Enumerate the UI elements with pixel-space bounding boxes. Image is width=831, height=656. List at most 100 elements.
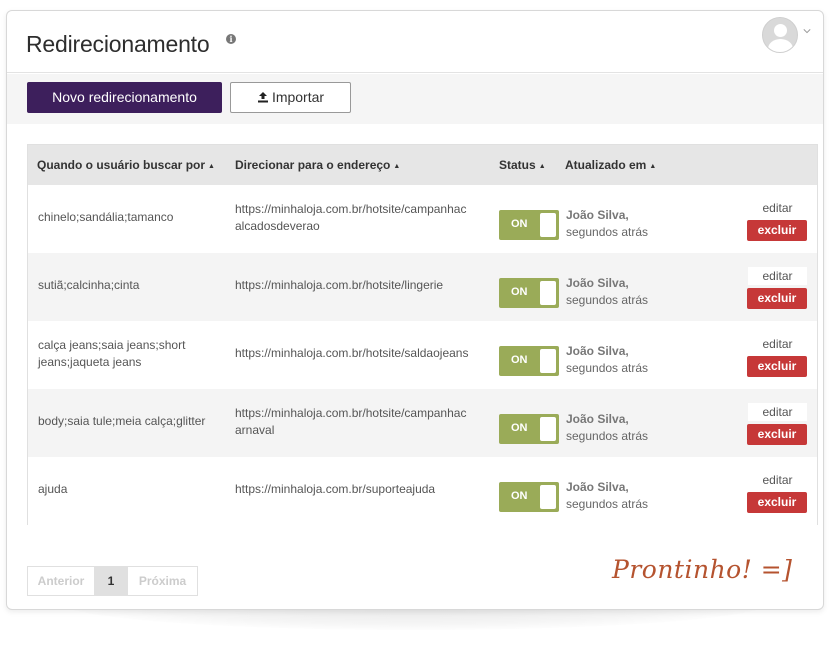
updated-cell: João Silva, segundos atrás xyxy=(566,411,648,445)
avatar-body-shape xyxy=(768,39,793,52)
toolbar: Novo redirecionamento Importar xyxy=(7,74,823,124)
edit-link[interactable]: editar xyxy=(748,471,807,489)
table-row: ajuda https://minhaloja.com.br/suporteaj… xyxy=(28,457,817,525)
query-cell: body;saia tule;meia calça;glitter xyxy=(38,413,228,430)
column-header-url-label: Direcionar para o endereço xyxy=(235,158,391,172)
new-redirect-button[interactable]: Novo redirecionamento xyxy=(27,82,222,113)
column-header-status-label: Status xyxy=(499,158,536,172)
url-text: https://minhaloja.com.br/hotsite/campanh… xyxy=(235,406,467,420)
updated-by: João Silva, xyxy=(566,276,629,290)
updated-cell: João Silva, segundos atrás xyxy=(566,275,648,309)
url-text: https://minhaloja.com.br/hotsite/saldaoj… xyxy=(235,346,469,360)
sort-up-icon: ▲ xyxy=(208,163,215,170)
user-avatar-icon[interactable] xyxy=(762,17,798,53)
query-text: ajuda xyxy=(38,482,68,496)
toggle-knob xyxy=(540,485,556,509)
toggle-knob xyxy=(540,213,556,237)
query-text: chinelo;sandália;tamanco xyxy=(38,210,174,224)
updated-when: segundos atrás xyxy=(566,293,649,307)
toggle-on-label: ON xyxy=(511,286,528,298)
query-text: jeans;jaqueta jeans xyxy=(38,355,142,369)
updated-cell: João Silva, segundos atrás xyxy=(566,343,648,377)
column-header-updated[interactable]: Atualizado em ▲ xyxy=(565,158,656,172)
toggle-on-label: ON xyxy=(511,422,528,434)
delete-button[interactable]: excluir xyxy=(747,492,807,513)
panel-header: Redirecionamento i xyxy=(7,11,823,73)
redirects-table: Quando o usuário buscar por ▲ Direcionar … xyxy=(27,144,818,525)
redirect-panel: Redirecionamento i Novo redirecionamento… xyxy=(6,10,824,610)
toggle-on-label: ON xyxy=(511,354,528,366)
url-cell: https://minhaloja.com.br/hotsite/campanh… xyxy=(235,201,485,235)
chevron-down-icon[interactable] xyxy=(803,27,811,35)
url-text: https://minhaloja.com.br/hotsite/campanh… xyxy=(235,202,467,216)
updated-when: segundos atrás xyxy=(566,361,649,375)
import-button[interactable]: Importar xyxy=(230,82,351,113)
url-cell: https://minhaloja.com.br/suporteajuda xyxy=(235,481,485,498)
table-row: sutiã;calcinha;cinta https://minhaloja.c… xyxy=(28,253,817,321)
import-button-label: Importar xyxy=(271,89,325,105)
updated-when: segundos atrás xyxy=(566,429,649,443)
edit-link[interactable]: editar xyxy=(748,199,807,217)
column-header-query-label: Quando o usuário buscar por xyxy=(37,158,206,172)
query-text: calça jeans;saia jeans;short xyxy=(38,338,186,352)
edit-link[interactable]: editar xyxy=(748,335,807,353)
page-title: Redirecionamento xyxy=(26,31,210,57)
sort-up-icon: ▲ xyxy=(393,163,401,170)
status-toggle[interactable]: ON xyxy=(499,278,559,308)
updated-by: João Silva, xyxy=(566,480,629,494)
url-cell: https://minhaloja.com.br/hotsite/saldaoj… xyxy=(235,345,485,362)
column-header-status[interactable]: Status ▲ xyxy=(499,158,546,172)
table-row: body;saia tule;meia calça;glitter https:… xyxy=(28,389,817,457)
updated-cell: João Silva, segundos atrás xyxy=(566,479,648,513)
url-text: alcadosdeverao xyxy=(235,219,320,233)
updated-by: João Silva, xyxy=(566,208,629,222)
table-header: Quando o usuário buscar por ▲ Direcionar … xyxy=(28,145,817,185)
upload-icon xyxy=(257,92,268,103)
pagination-current-page[interactable]: 1 xyxy=(94,567,128,595)
handwritten-annotation: Prontinho! =] xyxy=(612,555,793,584)
edit-link[interactable]: editar xyxy=(748,267,807,285)
toggle-knob xyxy=(540,349,556,373)
updated-when: segundos atrás xyxy=(566,225,649,239)
url-cell: https://minhaloja.com.br/hotsite/lingeri… xyxy=(235,277,485,294)
sort-up-icon: ▲ xyxy=(538,163,546,170)
info-icon[interactable]: i xyxy=(226,34,236,44)
url-text: https://minhaloja.com.br/suporteajuda xyxy=(235,482,436,496)
status-toggle[interactable]: ON xyxy=(499,346,559,376)
delete-button[interactable]: excluir xyxy=(747,424,807,445)
toggle-knob xyxy=(540,417,556,441)
pagination-next[interactable]: Próxima xyxy=(128,567,197,595)
toggle-on-label: ON xyxy=(511,218,528,230)
status-toggle[interactable]: ON xyxy=(499,210,559,240)
query-cell: calça jeans;saia jeans;short jeans;jaquet… xyxy=(38,337,228,371)
query-text: body;saia tule;meia calça;glitter xyxy=(38,414,206,428)
query-cell: chinelo;sandália;tamanco xyxy=(38,209,228,226)
delete-button[interactable]: excluir xyxy=(747,356,807,377)
updated-cell: João Silva, segundos atrás xyxy=(566,207,648,241)
status-toggle[interactable]: ON xyxy=(499,482,559,512)
toggle-on-label: ON xyxy=(511,490,528,502)
status-toggle[interactable]: ON xyxy=(499,414,559,444)
column-header-url[interactable]: Direcionar para o endereço ▲ xyxy=(235,158,400,172)
updated-when: segundos atrás xyxy=(566,497,649,511)
query-text: sutiã;calcinha;cinta xyxy=(38,278,140,292)
updated-by: João Silva, xyxy=(566,344,629,358)
avatar-head-shape xyxy=(774,24,787,37)
delete-button[interactable]: excluir xyxy=(747,288,807,309)
column-header-updated-label: Atualizado em xyxy=(565,158,647,172)
updated-by: João Silva, xyxy=(566,412,629,426)
url-cell: https://minhaloja.com.br/hotsite/campanh… xyxy=(235,405,485,439)
toggle-knob xyxy=(540,281,556,305)
table-row: chinelo;sandália;tamanco https://minhalo… xyxy=(28,185,817,253)
url-text: https://minhaloja.com.br/hotsite/lingeri… xyxy=(235,278,444,292)
table-row: calça jeans;saia jeans;short jeans;jaquet… xyxy=(28,321,817,389)
url-text: arnaval xyxy=(235,423,275,437)
edit-link[interactable]: editar xyxy=(748,403,807,421)
delete-button[interactable]: excluir xyxy=(747,220,807,241)
column-header-query[interactable]: Quando o usuário buscar por ▲ xyxy=(37,158,215,172)
pagination-previous[interactable]: Anterior xyxy=(28,567,94,595)
sort-up-icon: ▲ xyxy=(649,163,657,170)
pagination: Anterior 1 Próxima xyxy=(27,566,198,596)
query-cell: sutiã;calcinha;cinta xyxy=(38,277,228,294)
query-cell: ajuda xyxy=(38,481,228,498)
